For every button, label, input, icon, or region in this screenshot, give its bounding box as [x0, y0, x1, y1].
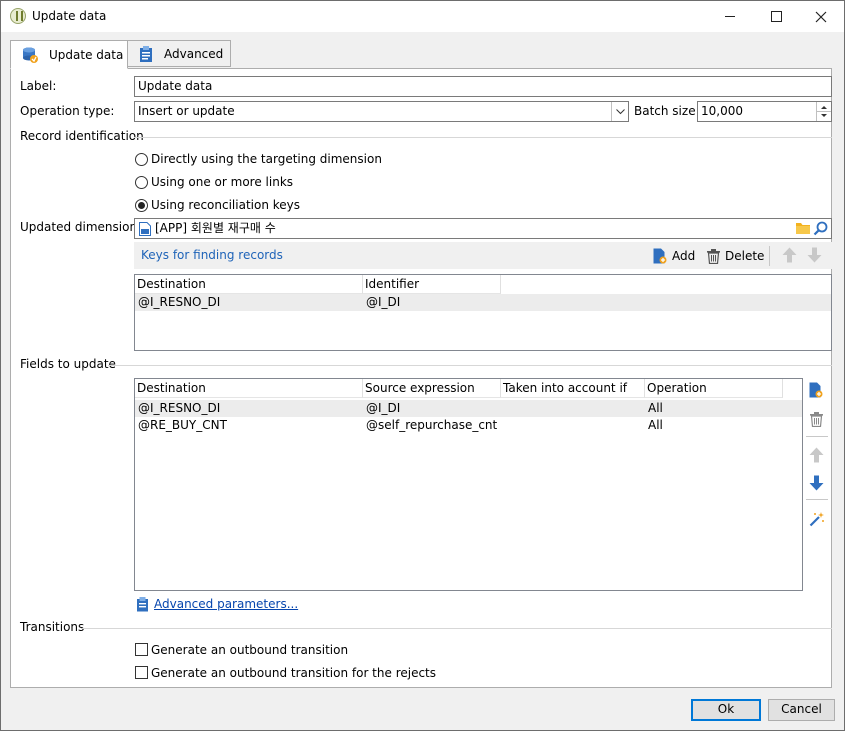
radio-links[interactable]	[135, 176, 148, 189]
delete-label: Delete	[725, 249, 765, 263]
column-header-identifier[interactable]: Identifier	[363, 275, 501, 294]
advanced-parameters-link[interactable]: Advanced parameters...	[154, 597, 298, 611]
column-header-operation[interactable]: Operation	[645, 379, 783, 398]
move-down-arrow-icon[interactable]	[807, 247, 822, 263]
column-header-condition[interactable]: Taken into account if	[501, 379, 645, 398]
cell-destination: @I_RESNO_DI	[138, 401, 221, 415]
add-key-button[interactable]: Add	[653, 246, 695, 266]
move-up-arrow-icon[interactable]	[782, 247, 797, 263]
cell-destination: @RE_BUY_CNT	[138, 418, 227, 432]
cancel-button[interactable]: Cancel	[768, 699, 835, 721]
toolbar-divider	[769, 246, 770, 266]
operation-type-caption: Operation type:	[20, 104, 115, 118]
keys-title: Keys for finding records	[141, 248, 283, 262]
batch-size-stepper[interactable]: 10,000	[697, 101, 832, 122]
close-button[interactable]	[798, 1, 844, 32]
separator	[134, 137, 832, 138]
add-label: Add	[672, 249, 696, 263]
checkbox-label: Generate an outbound transition for the …	[151, 666, 437, 680]
cell-identifier: @I_DI	[366, 295, 401, 309]
folder-icon[interactable]	[795, 221, 811, 235]
tab-label: Update data	[49, 47, 124, 62]
cell-destination: @I_RESNO_DI	[138, 295, 221, 309]
minimize-button[interactable]	[707, 1, 753, 32]
batch-size-caption: Batch size:	[634, 104, 700, 118]
schema-document-icon	[139, 222, 151, 236]
label-input[interactable]: Update data	[134, 76, 832, 97]
record-identification-heading: Record identification	[20, 129, 148, 143]
column-header-source-expression[interactable]: Source expression	[363, 379, 501, 398]
toolbar-divider	[806, 436, 828, 437]
tab-advanced[interactable]: Advanced	[127, 40, 231, 67]
trash-icon	[707, 248, 720, 264]
search-icon[interactable]	[813, 221, 829, 236]
rejects-transition-checkbox[interactable]	[135, 666, 148, 679]
ok-label: Ok	[717, 702, 735, 716]
separator	[81, 628, 832, 629]
batch-size-value: 10,000	[701, 104, 743, 118]
tab-update-data[interactable]: Update data	[10, 40, 128, 69]
cancel-label: Cancel	[781, 702, 822, 716]
close-icon	[815, 11, 827, 22]
radio-label: Directly using the targeting dimension	[151, 152, 382, 166]
table-row[interactable]: @I_RESNO_DI @I_DI	[135, 294, 831, 311]
operation-type-value: Insert or update	[138, 104, 235, 118]
tab-label: Advanced	[164, 46, 224, 61]
clipboard-icon	[136, 596, 149, 612]
table-row[interactable]: @RE_BUY_CNT @self_repurchase_cnt All	[135, 417, 802, 434]
move-down-arrow-icon[interactable]	[809, 475, 824, 491]
checkbox-label: Generate an outbound transition	[151, 643, 349, 657]
update-data-dialog: Update data Update data Advanced Label: …	[0, 0, 845, 731]
updated-dimension-field[interactable]: [APP] 회원별 재구매 수	[134, 218, 832, 239]
database-update-icon	[21, 46, 39, 64]
radio-targeting-dimension[interactable]	[135, 153, 148, 166]
outbound-transition-checkbox[interactable]	[135, 643, 148, 656]
radio-label: Using one or more links	[151, 175, 294, 189]
app-logo-icon	[10, 8, 26, 24]
move-up-arrow-icon[interactable]	[809, 447, 824, 463]
radio-reconciliation-keys[interactable]	[135, 199, 148, 212]
keys-grid: Destination Identifier @I_RESNO_DI @I_DI	[134, 274, 832, 351]
radio-label: Using reconciliation keys	[151, 198, 301, 212]
updated-dimension-caption: Updated dimension:	[20, 220, 142, 234]
operation-type-select[interactable]: Insert or update	[134, 101, 629, 122]
fields-grid: Destination Source expression Taken into…	[134, 378, 803, 591]
column-header-destination[interactable]: Destination	[135, 379, 363, 398]
maximize-button[interactable]	[753, 1, 799, 32]
delete-key-button[interactable]: Delete	[707, 246, 764, 266]
cell-operation: All	[648, 401, 663, 415]
tab-panel-update-data: Label: Update data Operation type: Inser…	[10, 68, 832, 688]
clipboard-icon	[138, 45, 154, 63]
column-header-destination[interactable]: Destination	[135, 275, 363, 294]
table-row[interactable]: @I_RESNO_DI @I_DI All	[135, 400, 802, 417]
cell-source: @I_DI	[366, 401, 401, 415]
label-caption: Label:	[20, 79, 57, 93]
add-icon	[653, 248, 667, 264]
add-field-icon[interactable]	[809, 382, 823, 398]
title-bar: Update data	[1, 1, 844, 32]
chevron-down-icon	[611, 102, 628, 121]
minimize-icon	[725, 16, 735, 17]
separator	[108, 365, 832, 366]
window-title: Update data	[32, 9, 107, 23]
toolbar-divider	[806, 499, 828, 500]
cell-operation: All	[648, 418, 663, 432]
transitions-heading: Transitions	[20, 620, 89, 634]
keys-toolbar: Keys for finding records Add Delete	[134, 242, 832, 269]
fields-to-update-heading: Fields to update	[20, 357, 120, 371]
stepper-up-down-icon	[817, 106, 831, 117]
maximize-icon	[770, 11, 782, 22]
stepper-arrows[interactable]	[816, 102, 831, 121]
trash-icon[interactable]	[810, 412, 823, 427]
cell-source: @self_repurchase_cnt	[366, 418, 498, 432]
updated-dimension-value: [APP] 회원별 재구매 수	[155, 221, 276, 235]
magic-wand-icon[interactable]	[809, 511, 825, 527]
ok-button[interactable]: Ok	[691, 699, 761, 721]
